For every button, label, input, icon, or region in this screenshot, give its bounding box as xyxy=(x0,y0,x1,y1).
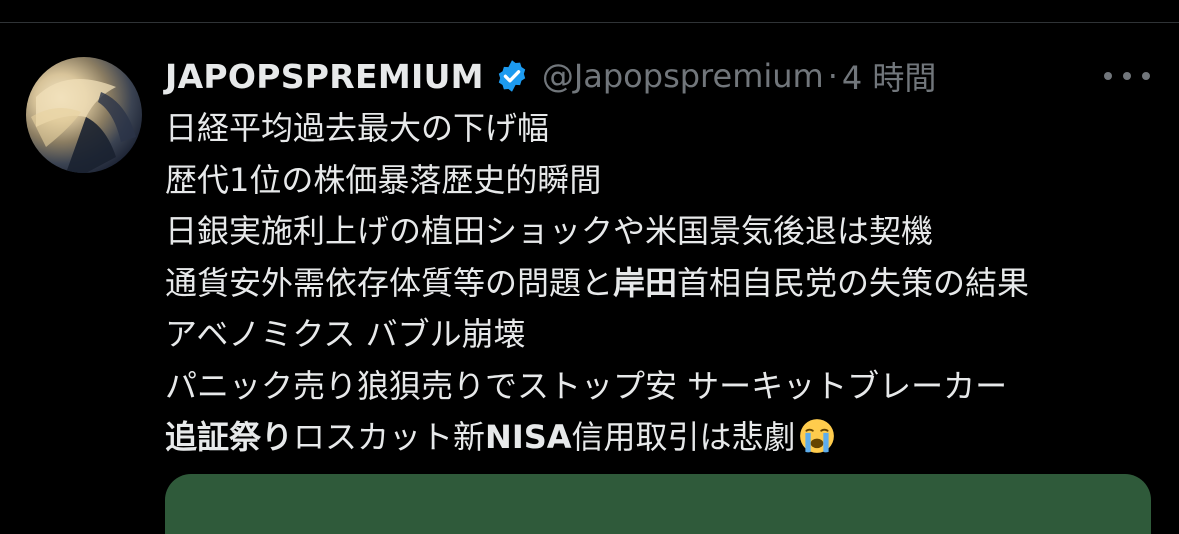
tweet-line-7-part-d: 信用取引は悲劇 xyxy=(571,418,796,456)
tweet-line-7: 追証祭りロスカット新NISA信用取引は悲劇 xyxy=(165,412,1165,464)
more-options-icon[interactable] xyxy=(1104,66,1150,86)
tweet-line-4: 通貨安外需依存体質等の問題と岸田首相自民党の失策の結果 xyxy=(165,258,1165,310)
tweet-line-6: パニック売り狼狽売りでストップ安 サーキットブレーカー xyxy=(165,366,1008,405)
tweet-line-4-bold: 岸田 xyxy=(613,263,678,302)
tweet-line-7-part-b: ロスカット新 xyxy=(293,418,486,456)
more-dot-icon xyxy=(1142,72,1150,80)
tweet-line-5: アベノミクス バブル崩壊 xyxy=(165,315,526,353)
display-name[interactable]: JAPOPSPREMIUM xyxy=(165,57,484,96)
loudly-crying-face-emoji-icon xyxy=(798,417,836,455)
verified-badge-icon[interactable] xyxy=(494,58,530,94)
separator-dot: · xyxy=(827,57,838,95)
top-divider xyxy=(0,22,1179,23)
avatar-image xyxy=(31,79,136,173)
avatar[interactable] xyxy=(26,57,142,173)
tweet-text: 日経平均過去最大の下げ幅 歴代1位の株価暴落歴史的瞬間 日銀実施利上げの植田ショ… xyxy=(165,103,1165,464)
media-card[interactable] xyxy=(165,474,1151,534)
tweet-line-4-part-c: 首相自民党の失策の結果 xyxy=(677,263,1030,302)
timestamp[interactable]: 4 時間 xyxy=(842,53,937,99)
tweet-line-1: 日経平均過去最大の下げ幅 xyxy=(165,109,550,147)
tweet-line-7-nisa: NISA xyxy=(485,418,572,456)
handle[interactable]: @Japopspremium xyxy=(542,57,824,95)
tweet-line-2: 歴代1位の株価暴落歴史的瞬間 xyxy=(165,160,602,199)
tweet-header: JAPOPSPREMIUM @Japopspremium · 4 時間 xyxy=(165,52,1165,100)
more-dot-icon xyxy=(1104,72,1112,80)
tweet-line-3: 日銀実施利上げの植田ショックや米国景気後退は契機 xyxy=(165,212,934,250)
tweet[interactable]: JAPOPSPREMIUM @Japopspremium · 4 時間 日経平均… xyxy=(165,52,1165,464)
more-dot-icon xyxy=(1123,72,1131,80)
tweet-line-4-part-a: 通貨安外需依存体質等の問題と xyxy=(165,263,614,302)
tweet-line-7-bold: 追証祭り xyxy=(165,418,294,456)
